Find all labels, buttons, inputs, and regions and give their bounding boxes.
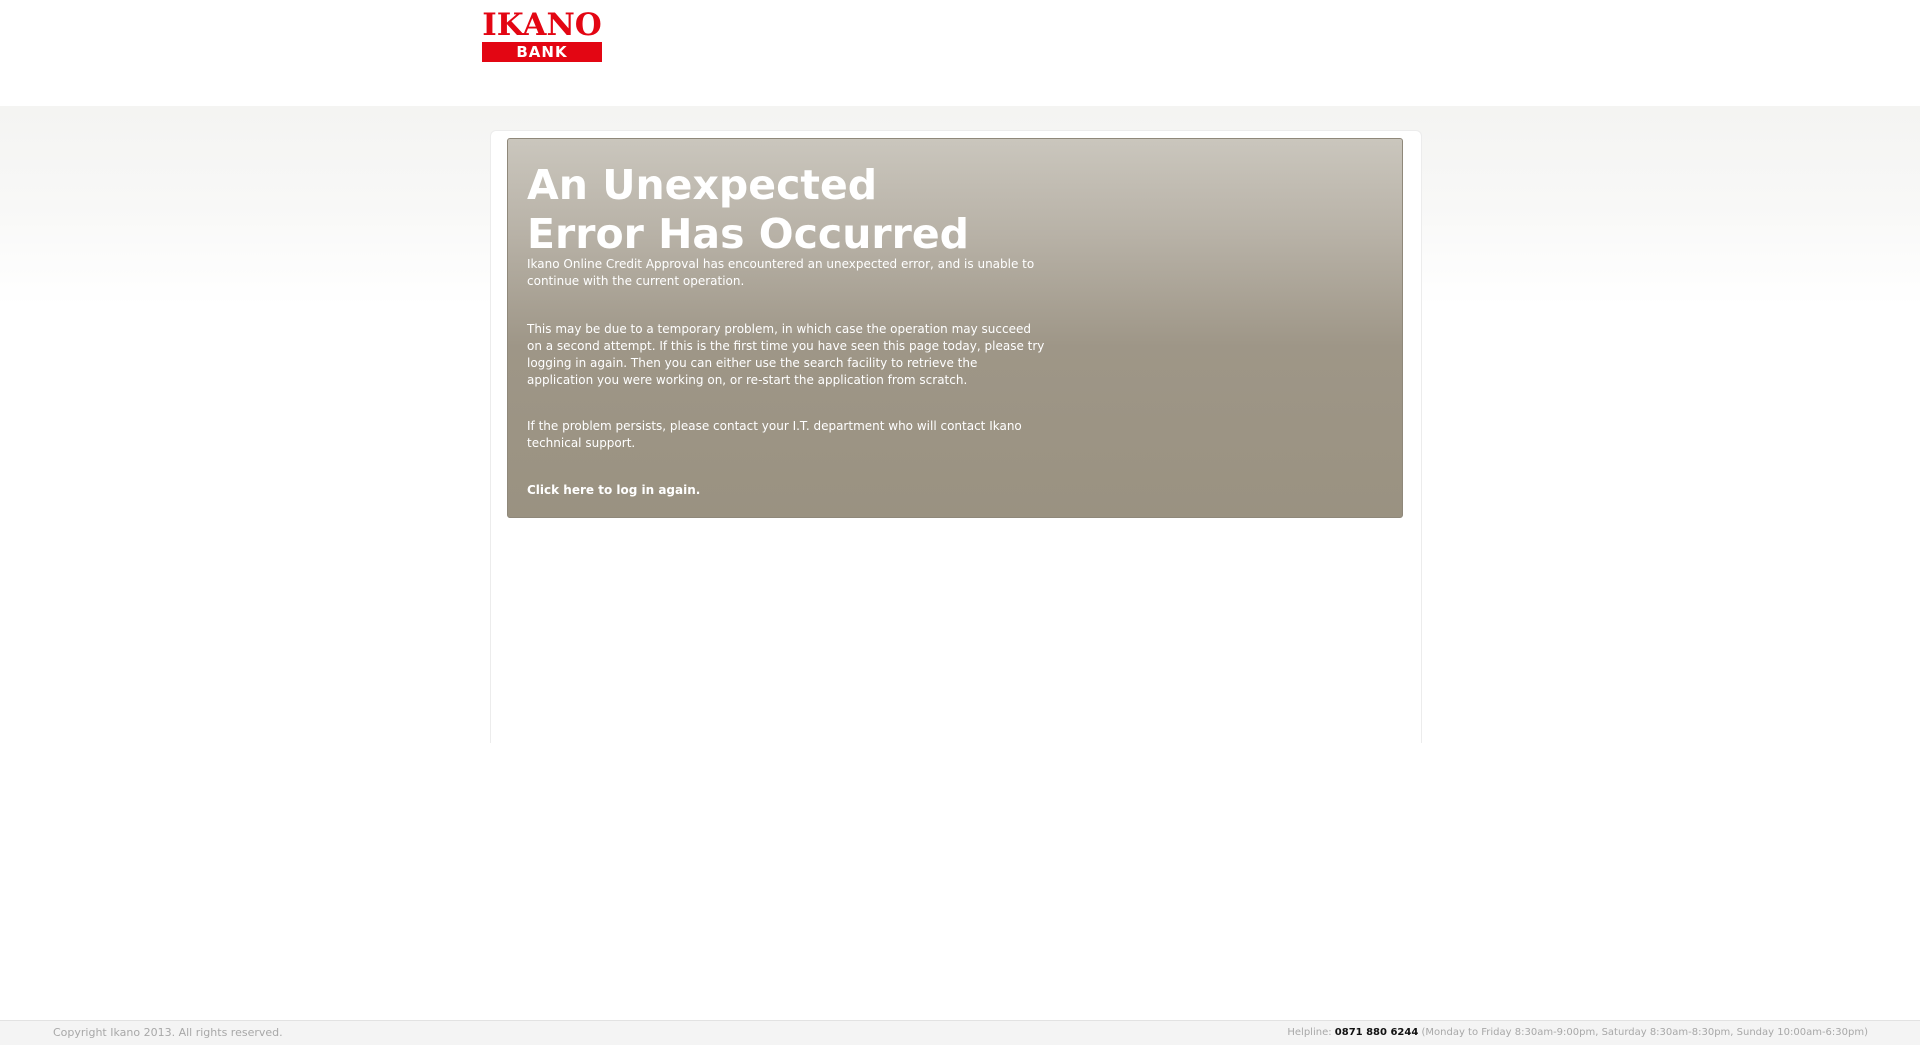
logo-bank-label: BANK [482,42,602,62]
helpline-label: Helpline: [1287,1027,1332,1038]
error-panel: An Unexpected Error Has Occurred Ikano O… [507,138,1403,518]
error-retry-advice: This may be due to a temporary problem, … [527,322,1045,387]
login-again-link[interactable]: Click here to log in again. [527,482,700,499]
header: IKANO BANK [0,0,1920,106]
copyright-text: Copyright Ikano 2013. All rights reserve… [53,1026,283,1039]
footer: Copyright Ikano 2013. All rights reserve… [0,1020,1920,1045]
helpline-hours: (Monday to Friday 8:30am-9:00pm, Saturda… [1421,1027,1868,1038]
error-title-line2: Error Has Occurred [527,210,970,258]
page: IKANO BANK An Unexpected Error Has Occur… [0,0,1920,1045]
error-description: Ikano Online Credit Approval has encount… [527,257,1035,288]
logo-wordmark: IKANO [482,7,602,43]
error-title-line1: An Unexpected [527,161,878,209]
helpline-info: Helpline: 0871 880 6244 (Monday to Frida… [1287,1021,1868,1045]
helpline-number: 0871 880 6244 [1334,1027,1419,1038]
error-support-advice: If the problem persists, please contact … [527,419,1022,450]
ikano-bank-logo[interactable]: IKANO BANK [482,7,602,62]
error-title: An Unexpected Error Has Occurred [527,161,1087,259]
